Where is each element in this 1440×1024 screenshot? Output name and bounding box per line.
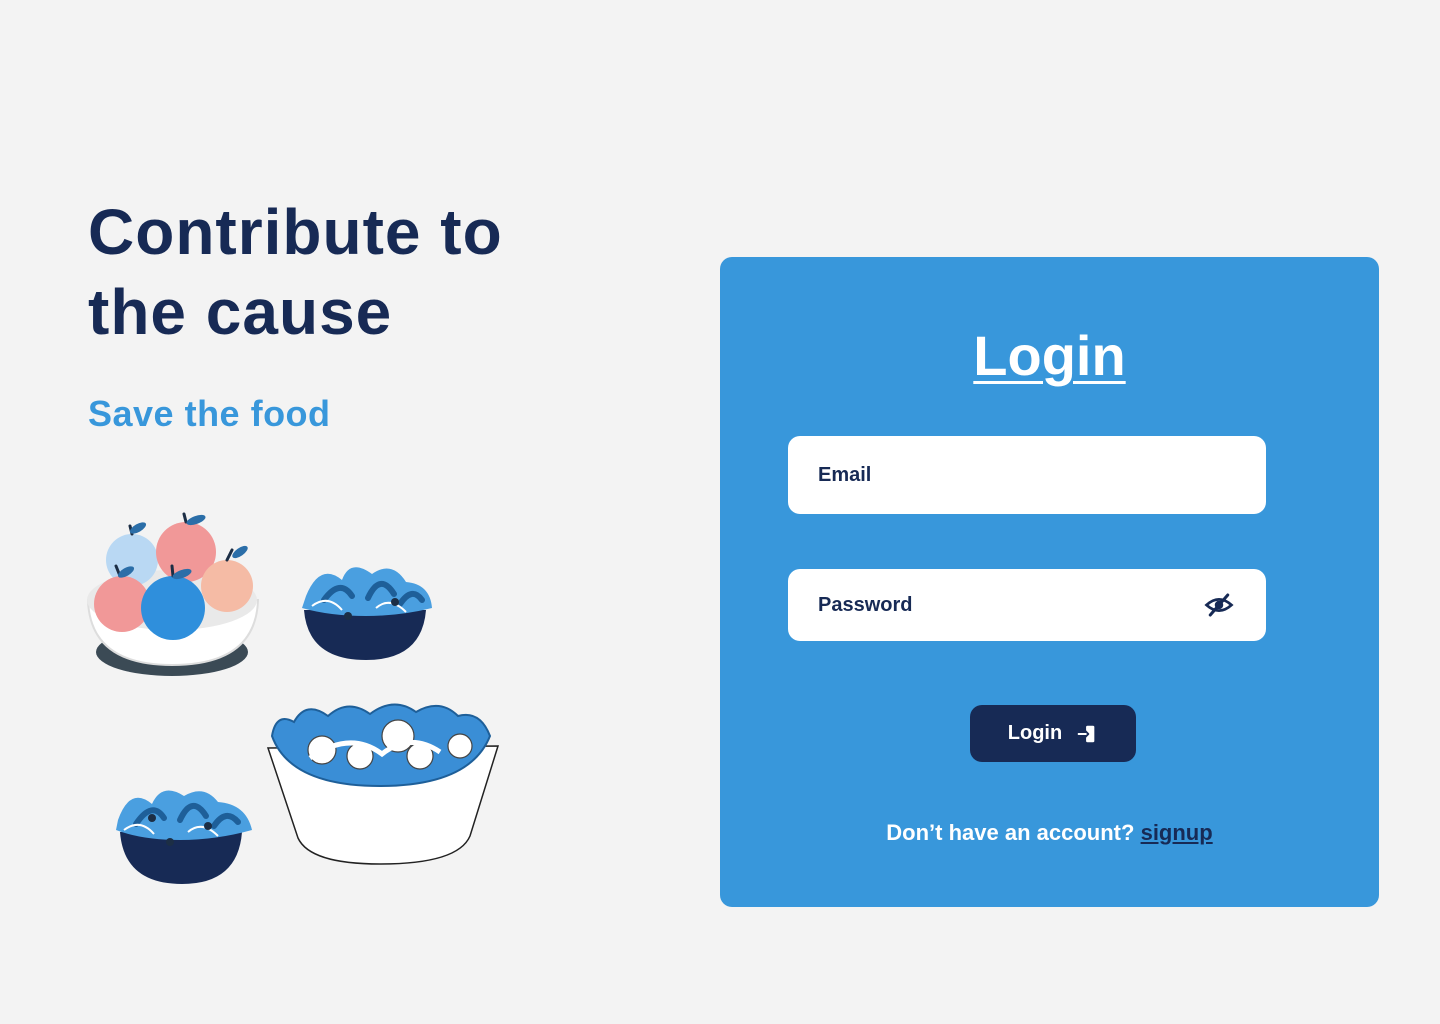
salad-bowl-small-right: [302, 567, 432, 660]
salad-bowl-large: [266, 703, 500, 865]
eye-off-icon[interactable]: [1204, 590, 1234, 620]
email-input[interactable]: [816, 462, 1238, 488]
salad-bowl-small-left: [116, 790, 252, 884]
signup-prompt: Don’t have an account? signup: [720, 818, 1379, 848]
login-button-label: Login: [1007, 722, 1063, 744]
login-button[interactable]: Login: [970, 705, 1136, 762]
password-input[interactable]: [816, 592, 1204, 618]
email-field[interactable]: [788, 436, 1266, 514]
signup-prompt-text: Don’t have an account?: [886, 820, 1135, 845]
login-icon: [1077, 725, 1095, 742]
hero-tagline: Save the food: [88, 393, 331, 434]
login-title: Login: [973, 324, 1126, 387]
hero-headline-line-1: Contribute to: [88, 196, 503, 268]
hero-headline-line-2: the cause: [88, 276, 393, 348]
password-field[interactable]: [788, 569, 1266, 641]
food-bowls-illustration: [86, 512, 500, 884]
signup-link[interactable]: signup: [1141, 820, 1213, 845]
fruit-bowl: [86, 512, 260, 676]
hero-headline: Contribute to the cause: [88, 192, 608, 352]
